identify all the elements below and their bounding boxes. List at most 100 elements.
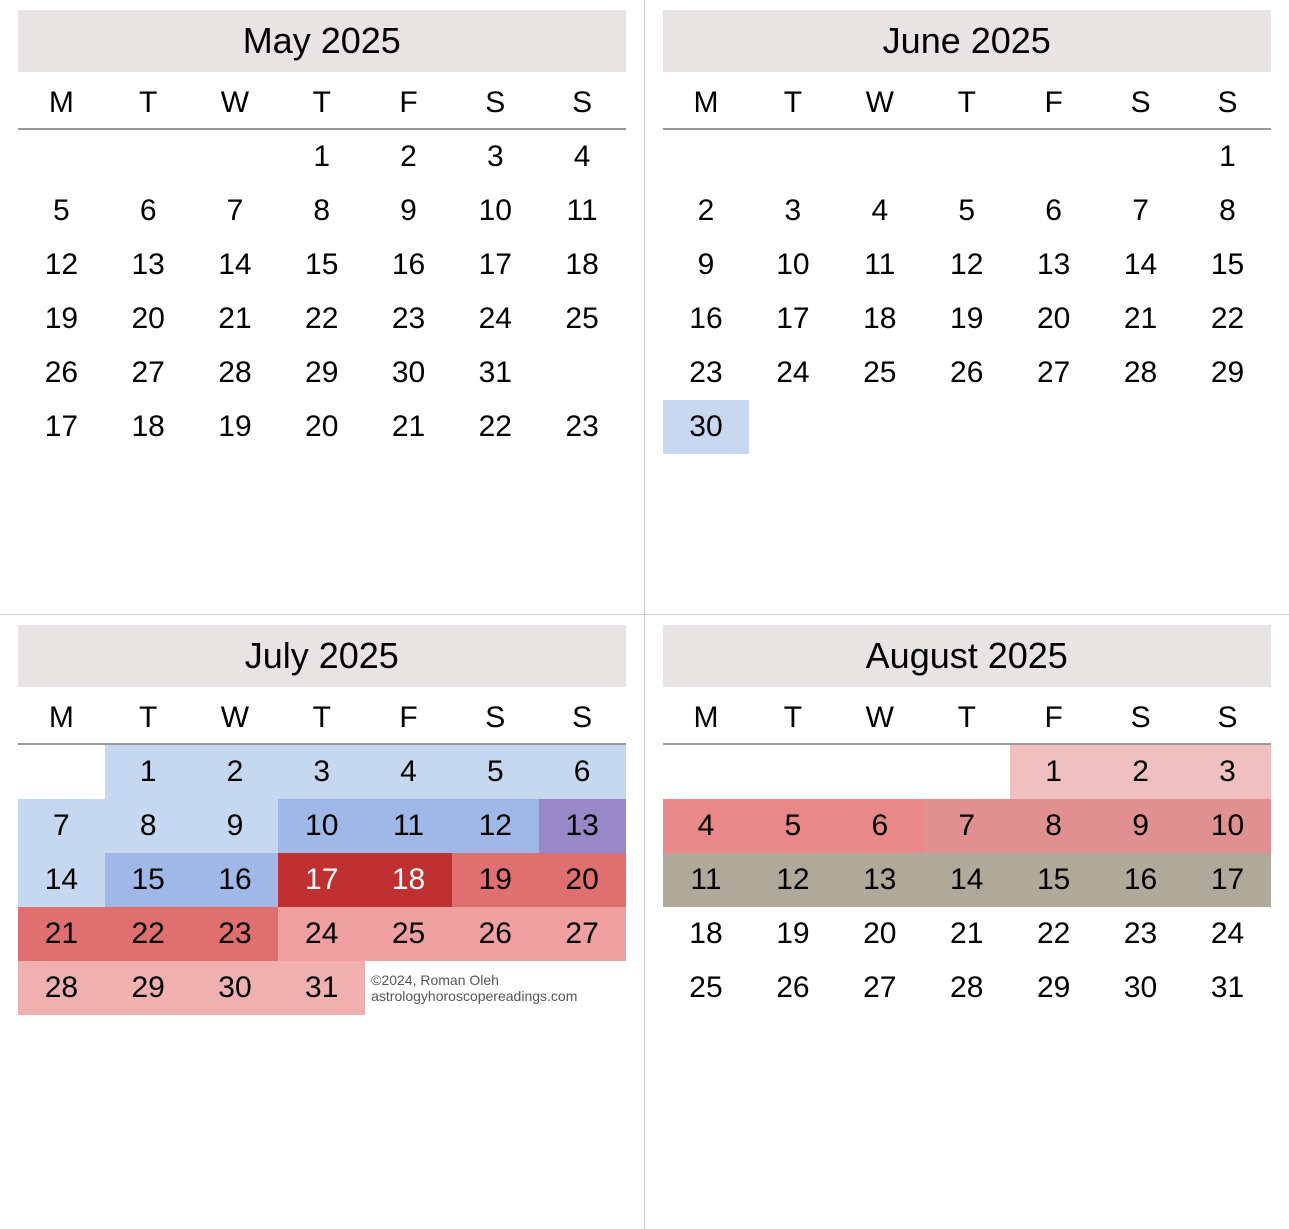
june-day: 18 <box>836 292 923 346</box>
july-day: 14 <box>18 853 105 907</box>
may-col-s2: S <box>539 78 626 129</box>
june-header-row: M T W T F S S <box>663 78 1272 129</box>
july-col-t1: T <box>105 693 192 744</box>
aug-col-s1: S <box>1097 693 1184 744</box>
may-calendar: May 2025 M T W T F S S 1 2 3 4 <box>0 0 645 615</box>
june-day: 5 <box>923 184 1010 238</box>
table-row: 7 8 9 10 11 12 13 <box>18 799 626 853</box>
july-col-m: M <box>18 693 105 744</box>
may-day <box>192 129 279 184</box>
table-row: 28 29 30 31 ©2024, Roman Olehastrologyho… <box>18 961 626 1015</box>
aug-col-t1: T <box>749 693 836 744</box>
table-row: 19 20 21 22 23 24 25 <box>18 292 626 346</box>
aug-day: 16 <box>1097 853 1184 907</box>
june-day: 25 <box>836 346 923 400</box>
may-table: M T W T F S S 1 2 3 4 5 6 7 <box>18 78 626 454</box>
july-title: July 2025 <box>18 625 626 687</box>
june-table: M T W T F S S 1 2 3 4 <box>663 78 1272 454</box>
may-day: 26 <box>18 346 105 400</box>
august-header-row: M T W T F S S <box>663 693 1272 744</box>
may-day: 3 <box>452 129 539 184</box>
aug-day: 8 <box>1010 799 1097 853</box>
table-row: 16 17 18 19 20 21 22 <box>663 292 1272 346</box>
aug-day: 9 <box>1097 799 1184 853</box>
may-day: 12 <box>18 238 105 292</box>
may-col-s1: S <box>452 78 539 129</box>
july-table: M T W T F S S 1 2 3 4 5 6 7 <box>18 693 626 1015</box>
aug-day: 27 <box>836 961 923 1015</box>
july-day: 23 <box>192 907 279 961</box>
aug-day: 10 <box>1184 799 1271 853</box>
may-header-row: M T W T F S S <box>18 78 626 129</box>
may-col-m: M <box>18 78 105 129</box>
may-day: 15 <box>278 238 365 292</box>
june-day: 12 <box>923 238 1010 292</box>
may-day: 31 <box>452 346 539 400</box>
june-day: 6 <box>1010 184 1097 238</box>
table-row: 25 26 27 28 29 30 31 <box>663 961 1272 1015</box>
aug-col-w: W <box>836 693 923 744</box>
may-day: 18 <box>539 238 626 292</box>
may-day: 4 <box>539 129 626 184</box>
june-day: 20 <box>1010 292 1097 346</box>
july-day-18: 18 <box>365 853 452 907</box>
july-day: 29 <box>105 961 192 1015</box>
aug-day: 25 <box>663 961 750 1015</box>
may-day <box>105 129 192 184</box>
table-row: 11 12 13 14 15 16 17 <box>663 853 1272 907</box>
aug-day: 6 <box>836 799 923 853</box>
may-day <box>18 129 105 184</box>
july-day <box>18 744 105 799</box>
july-day: 6 <box>539 744 626 799</box>
may-day: 2 <box>365 129 452 184</box>
june-day: 11 <box>836 238 923 292</box>
table-row: 26 27 28 29 30 31 <box>18 346 626 400</box>
may-day: 19 <box>192 400 279 454</box>
table-row: 4 5 6 7 8 9 10 <box>663 799 1272 853</box>
july-day: 22 <box>105 907 192 961</box>
july-day: 30 <box>192 961 279 1015</box>
may-day: 17 <box>452 238 539 292</box>
aug-day: 4 <box>663 799 750 853</box>
aug-day: 12 <box>749 853 836 907</box>
may-day: 20 <box>278 400 365 454</box>
june-day: 2 <box>663 184 750 238</box>
june-day: 8 <box>1184 184 1271 238</box>
may-day: 22 <box>278 292 365 346</box>
june-day: 21 <box>1097 292 1184 346</box>
july-day: 12 <box>452 799 539 853</box>
july-day: 7 <box>18 799 105 853</box>
july-day: 27 <box>539 907 626 961</box>
may-day: 6 <box>105 184 192 238</box>
table-row: 1 2 3 4 5 6 <box>18 744 626 799</box>
may-col-f: F <box>365 78 452 129</box>
june-day: 14 <box>1097 238 1184 292</box>
june-day: 16 <box>663 292 750 346</box>
july-day: 24 <box>278 907 365 961</box>
july-day: 28 <box>18 961 105 1015</box>
aug-day: 26 <box>749 961 836 1015</box>
aug-day: 19 <box>749 907 836 961</box>
table-row: 1 2 3 4 <box>18 129 626 184</box>
may-day: 20 <box>105 292 192 346</box>
june-calendar: June 2025 M T W T F S S 1 <box>645 0 1289 615</box>
may-day: 23 <box>365 292 452 346</box>
july-day: ©2024, Roman Olehastrologyhoroscopereadi… <box>365 961 625 1015</box>
aug-col-f: F <box>1010 693 1097 744</box>
july-day: 20 <box>539 853 626 907</box>
july-day: 2 <box>192 744 279 799</box>
june-day: 29 <box>1184 346 1271 400</box>
may-day: 17 <box>18 400 105 454</box>
august-table: M T W T F S S 1 2 3 4 5 <box>663 693 1272 1015</box>
aug-day: 28 <box>923 961 1010 1015</box>
aug-col-t2: T <box>923 693 1010 744</box>
june-day: 4 <box>836 184 923 238</box>
may-day: 30 <box>365 346 452 400</box>
may-title: May 2025 <box>18 10 626 72</box>
may-day: 19 <box>18 292 105 346</box>
table-row: 14 15 16 17 18 19 20 <box>18 853 626 907</box>
july-col-s2: S <box>539 693 626 744</box>
may-day: 8 <box>278 184 365 238</box>
june-col-t1: T <box>749 78 836 129</box>
june-col-s1: S <box>1097 78 1184 129</box>
